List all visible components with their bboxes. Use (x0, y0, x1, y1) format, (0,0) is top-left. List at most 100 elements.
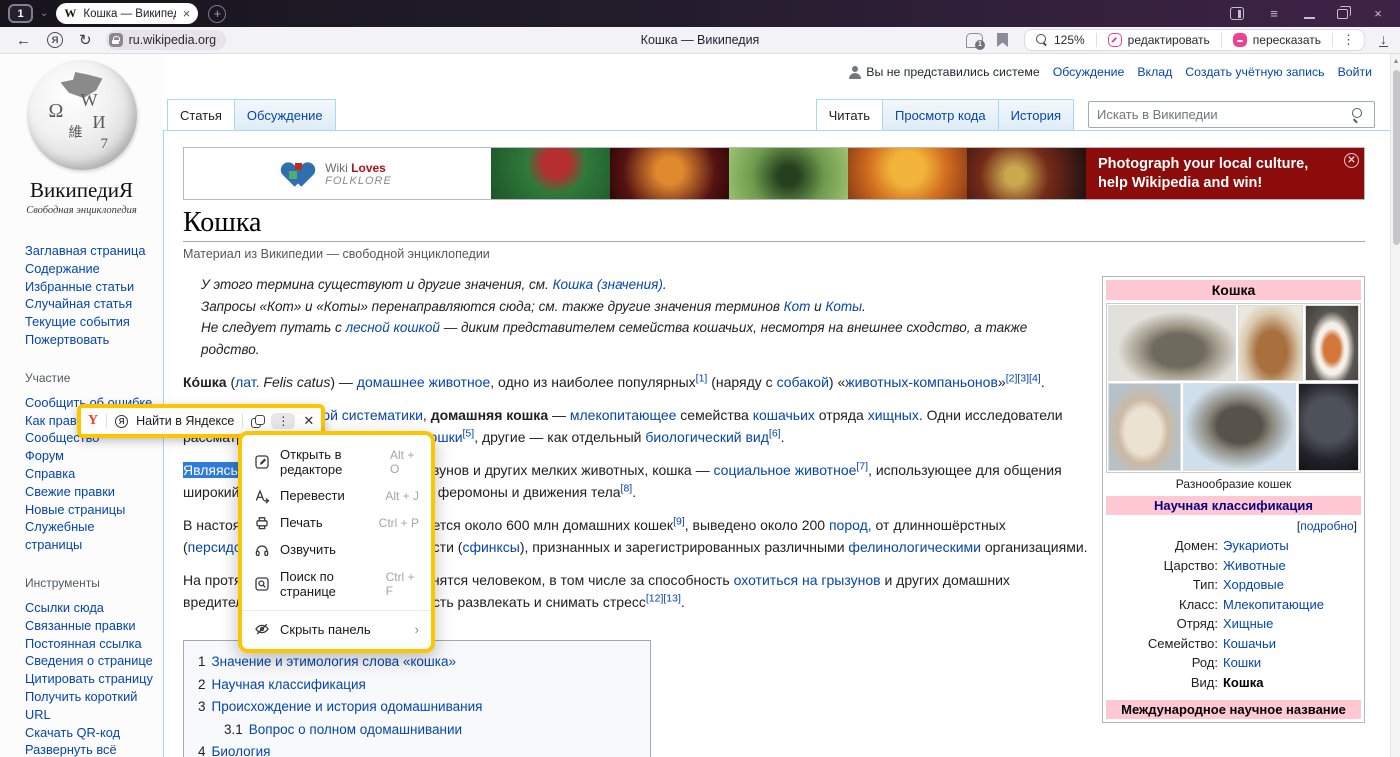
minimize-icon[interactable] (1304, 17, 1315, 19)
reference-link[interactable]: [1] (696, 372, 708, 384)
wiki-link[interactable]: лат. (235, 374, 259, 390)
sidebar-item[interactable]: Форум (25, 447, 155, 465)
wiki-link[interactable]: охотиться на грызунов (734, 572, 881, 588)
sidebar-item[interactable]: Новые страницы (25, 501, 155, 519)
sidebar-item[interactable]: Получить короткий URL (25, 688, 155, 724)
tab-view-source[interactable]: Просмотр кода (883, 99, 999, 130)
tab-discussion[interactable]: Обсуждение (235, 99, 336, 130)
tab-group-badge[interactable]: 1 (8, 4, 33, 23)
yandex-home-icon[interactable]: Я (47, 32, 63, 48)
sidebar-item[interactable]: Пожертвовать (25, 331, 155, 349)
taxonomy-value[interactable]: Животные (1223, 556, 1286, 576)
find-in-yandex-button[interactable]: Найти в Яндексе (136, 414, 234, 428)
detail-link[interactable]: подробно (1300, 519, 1353, 533)
banner-close-icon[interactable]: ✕ (1344, 153, 1359, 168)
taxonomy-value[interactable]: Кошачьи (1223, 634, 1276, 654)
sidebar-item[interactable]: Постоянная ссылка (25, 635, 155, 653)
more-options-icon[interactable]: ⋮ (1333, 32, 1364, 48)
wiki-link[interactable]: домашнее животное (357, 374, 490, 390)
wiki-link[interactable]: млекопитающее (570, 407, 677, 423)
wiki-link[interactable]: Кошка (значения) (553, 277, 663, 292)
popup-close-icon[interactable]: ✕ (303, 413, 314, 429)
sidebar-item[interactable]: Справка (25, 465, 155, 483)
sidebar-item[interactable]: Цитировать страницу (25, 670, 155, 688)
menu-icon[interactable]: ≡ (1266, 6, 1282, 21)
wiki-link[interactable]: Кот (784, 299, 811, 314)
context-menu-item[interactable]: Открыть в редакторе Alt + O › (242, 441, 431, 482)
toc-link[interactable]: Значение и этимология слова «кошка» (212, 654, 456, 669)
sidebar-item[interactable]: Связанные правки (25, 617, 155, 635)
yandex-logo-icon[interactable]: Y (88, 413, 98, 429)
taxonomy-value[interactable]: Хищные (1223, 614, 1273, 634)
reload-icon[interactable]: ↻ (79, 31, 92, 49)
close-window-icon[interactable]: × (1370, 6, 1386, 21)
retell-button[interactable]: пересказать (1222, 33, 1332, 47)
reference-link[interactable]: [2][3][4] (1006, 372, 1041, 384)
sidebar-item[interactable]: Текущие события (25, 313, 155, 331)
classification-header[interactable]: Научная классификация (1106, 496, 1361, 515)
toc-link[interactable]: Вопрос о полном одомашнивании (249, 722, 462, 737)
wiki-link[interactable]: социальное животное (714, 462, 857, 478)
context-menu-item[interactable]: Поиск по странице Ctrl + F › (242, 563, 431, 604)
browser-tab[interactable]: W Кошка — Википедия × (56, 3, 198, 24)
chevron-down-icon[interactable]: ⌄ (40, 8, 48, 19)
search-input[interactable] (1097, 107, 1352, 122)
sidebar-item[interactable]: Свежие правки (25, 483, 155, 501)
lock-icon[interactable] (109, 33, 123, 47)
reference-link[interactable]: [5] (463, 427, 475, 439)
wiki-loves-folklore-banner[interactable]: Wiki Loves FOLKLORE Photograph your loca… (183, 147, 1365, 200)
back-icon[interactable]: ← (16, 32, 31, 49)
wiki-search-box[interactable] (1088, 101, 1375, 128)
copy-icon[interactable] (251, 415, 263, 427)
wiki-link[interactable]: сфинксы (462, 539, 519, 555)
zoom-control[interactable]: 125% (1025, 33, 1096, 47)
wiki-link[interactable]: животных-компаньонов (845, 374, 998, 390)
reference-link[interactable]: [9] (673, 515, 685, 527)
popup-more-icon[interactable]: ⋮ (271, 413, 295, 429)
tab-close-icon[interactable]: × (183, 7, 191, 20)
sidebar-item[interactable]: Заглавная страница (25, 242, 155, 260)
toc-link[interactable]: Происхождение и история одомашнивания (212, 699, 483, 714)
reference-link[interactable]: [8] (621, 482, 633, 494)
personal-link-create-account[interactable]: Создать учётную запись (1185, 65, 1324, 79)
scrollbar-thumb[interactable] (1393, 70, 1400, 245)
reference-link[interactable]: [6] (769, 427, 781, 439)
page-scrollbar[interactable]: ▲ (1390, 54, 1400, 757)
sidebar-item[interactable]: Развернуть всё (25, 741, 155, 757)
sidebar-item[interactable]: Ссылки сюда (25, 599, 155, 617)
sidebar-item[interactable]: Сведения о странице (25, 652, 155, 670)
wiki-link[interactable]: кошачьих (753, 407, 815, 423)
sidebar-item[interactable]: Содержание (25, 260, 155, 278)
tab-history[interactable]: История (999, 99, 1074, 130)
wiki-link[interactable]: хищных (868, 407, 919, 423)
download-icon[interactable]: ↓ (1379, 33, 1388, 47)
personal-link-talk[interactable]: Обсуждение (1053, 65, 1125, 79)
taxonomy-value[interactable]: Млекопитающие (1223, 595, 1324, 615)
edit-button[interactable]: редактировать (1097, 33, 1221, 47)
taxonomy-value[interactable]: Кошки (1223, 653, 1261, 673)
toc-link[interactable]: Научная классификация (212, 677, 366, 692)
context-menu-item[interactable]: Печать Ctrl + P › (242, 509, 431, 536)
address-bar[interactable]: ru.wikipedia.org (106, 30, 227, 50)
reference-link[interactable]: [12][13] (646, 592, 681, 604)
wiki-link[interactable]: пород, (829, 517, 872, 533)
bookmark-icon[interactable] (997, 33, 1008, 47)
tab-read[interactable]: Читать (816, 99, 883, 130)
context-menu-item[interactable]: Озвучить › (242, 536, 431, 563)
scroll-up-icon[interactable]: ▲ (1392, 58, 1400, 65)
side-panel-icon[interactable] (1230, 7, 1244, 20)
wiki-link[interactable]: собакой (777, 374, 829, 390)
taxonomy-value[interactable]: Хордовые (1223, 575, 1284, 595)
collections-icon[interactable]: 1 (966, 33, 983, 48)
sidebar-item[interactable]: Служебные страницы (25, 518, 155, 554)
wikipedia-logo[interactable]: Ω W И 維 7 ВикипедиЯ Свободная энциклопед… (0, 54, 163, 216)
sidebar-item[interactable]: Избранные статьи (25, 278, 155, 296)
new-tab-button[interactable]: + (208, 5, 226, 23)
taxonomy-value[interactable]: Эукариоты (1223, 536, 1289, 556)
context-menu-item[interactable]: Перевести Alt + J › (242, 482, 431, 509)
restore-window-icon[interactable] (1337, 9, 1348, 19)
sidebar-item[interactable]: Случайная статья (25, 295, 155, 313)
sidebar-item[interactable]: Скачать QR-код (25, 724, 155, 742)
tab-article[interactable]: Статья (167, 99, 235, 130)
search-icon[interactable] (1352, 108, 1366, 122)
